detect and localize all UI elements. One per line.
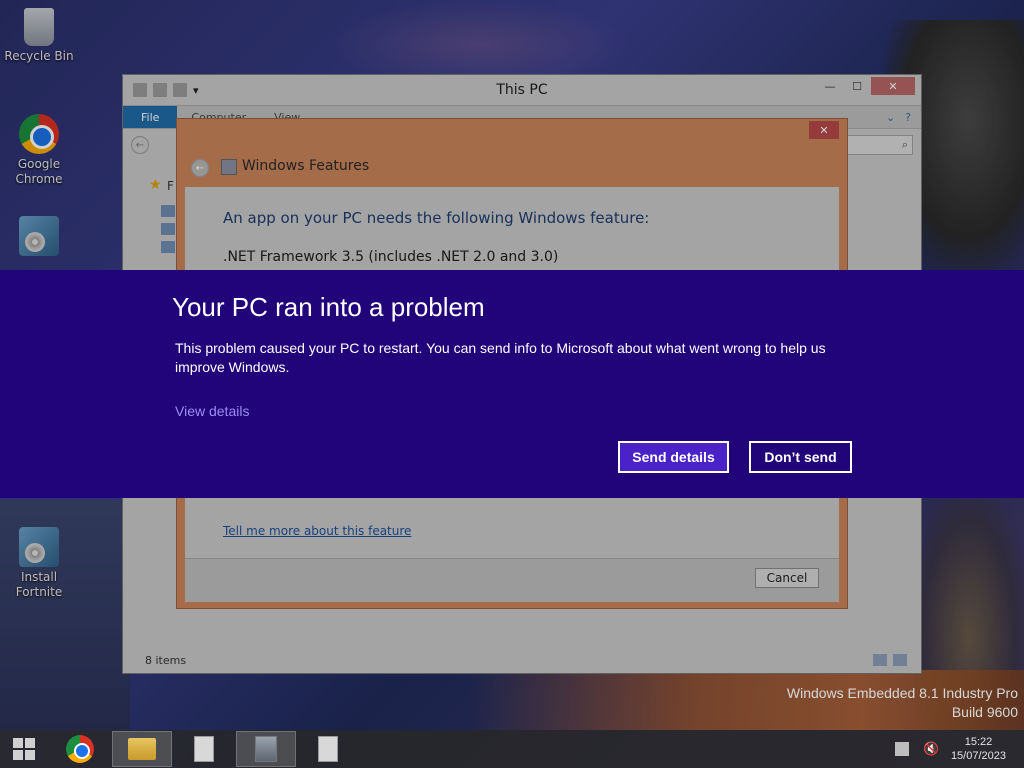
view-details-link[interactable]: View details <box>175 403 249 419</box>
watermark-build: Build 9600 <box>951 704 1018 720</box>
system-tray: 🔇 15:22 15/07/2023 <box>894 735 1024 763</box>
taskbar-chrome[interactable] <box>50 731 110 767</box>
clock-date: 15/07/2023 <box>950 750 1006 762</box>
watermark-edition: Windows Embedded 8.1 Industry Pro <box>786 685 1018 701</box>
clock[interactable]: 15:22 15/07/2023 <box>951 735 1006 763</box>
error-description: This problem caused your PC to restart. … <box>175 340 826 375</box>
network-icon[interactable] <box>894 742 909 756</box>
error-title: Your PC ran into a problem <box>172 292 485 322</box>
document-icon <box>194 736 214 762</box>
taskbar-setup[interactable] <box>236 731 296 767</box>
document-icon <box>318 736 338 762</box>
dont-send-button[interactable]: Don’t send <box>749 441 852 473</box>
volume-muted-icon[interactable]: 🔇 <box>923 742 939 757</box>
windows-logo-icon <box>13 738 35 760</box>
taskbar-document[interactable] <box>298 731 358 767</box>
error-banner: Your PC ran into a problem This problem … <box>0 270 1024 498</box>
taskbar: 🔇 15:22 15/07/2023 <box>0 730 1024 768</box>
os-watermark: Windows Embedded 8.1 Industry Pro Build … <box>787 684 1018 722</box>
taskbar-file-explorer[interactable] <box>112 731 172 767</box>
chrome-icon <box>66 735 94 763</box>
clock-time: 15:22 <box>964 736 993 748</box>
folder-icon <box>128 738 156 760</box>
setup-icon <box>255 736 277 762</box>
start-button[interactable] <box>0 730 48 768</box>
taskbar-document[interactable] <box>174 731 234 767</box>
send-details-button[interactable]: Send details <box>618 441 729 473</box>
